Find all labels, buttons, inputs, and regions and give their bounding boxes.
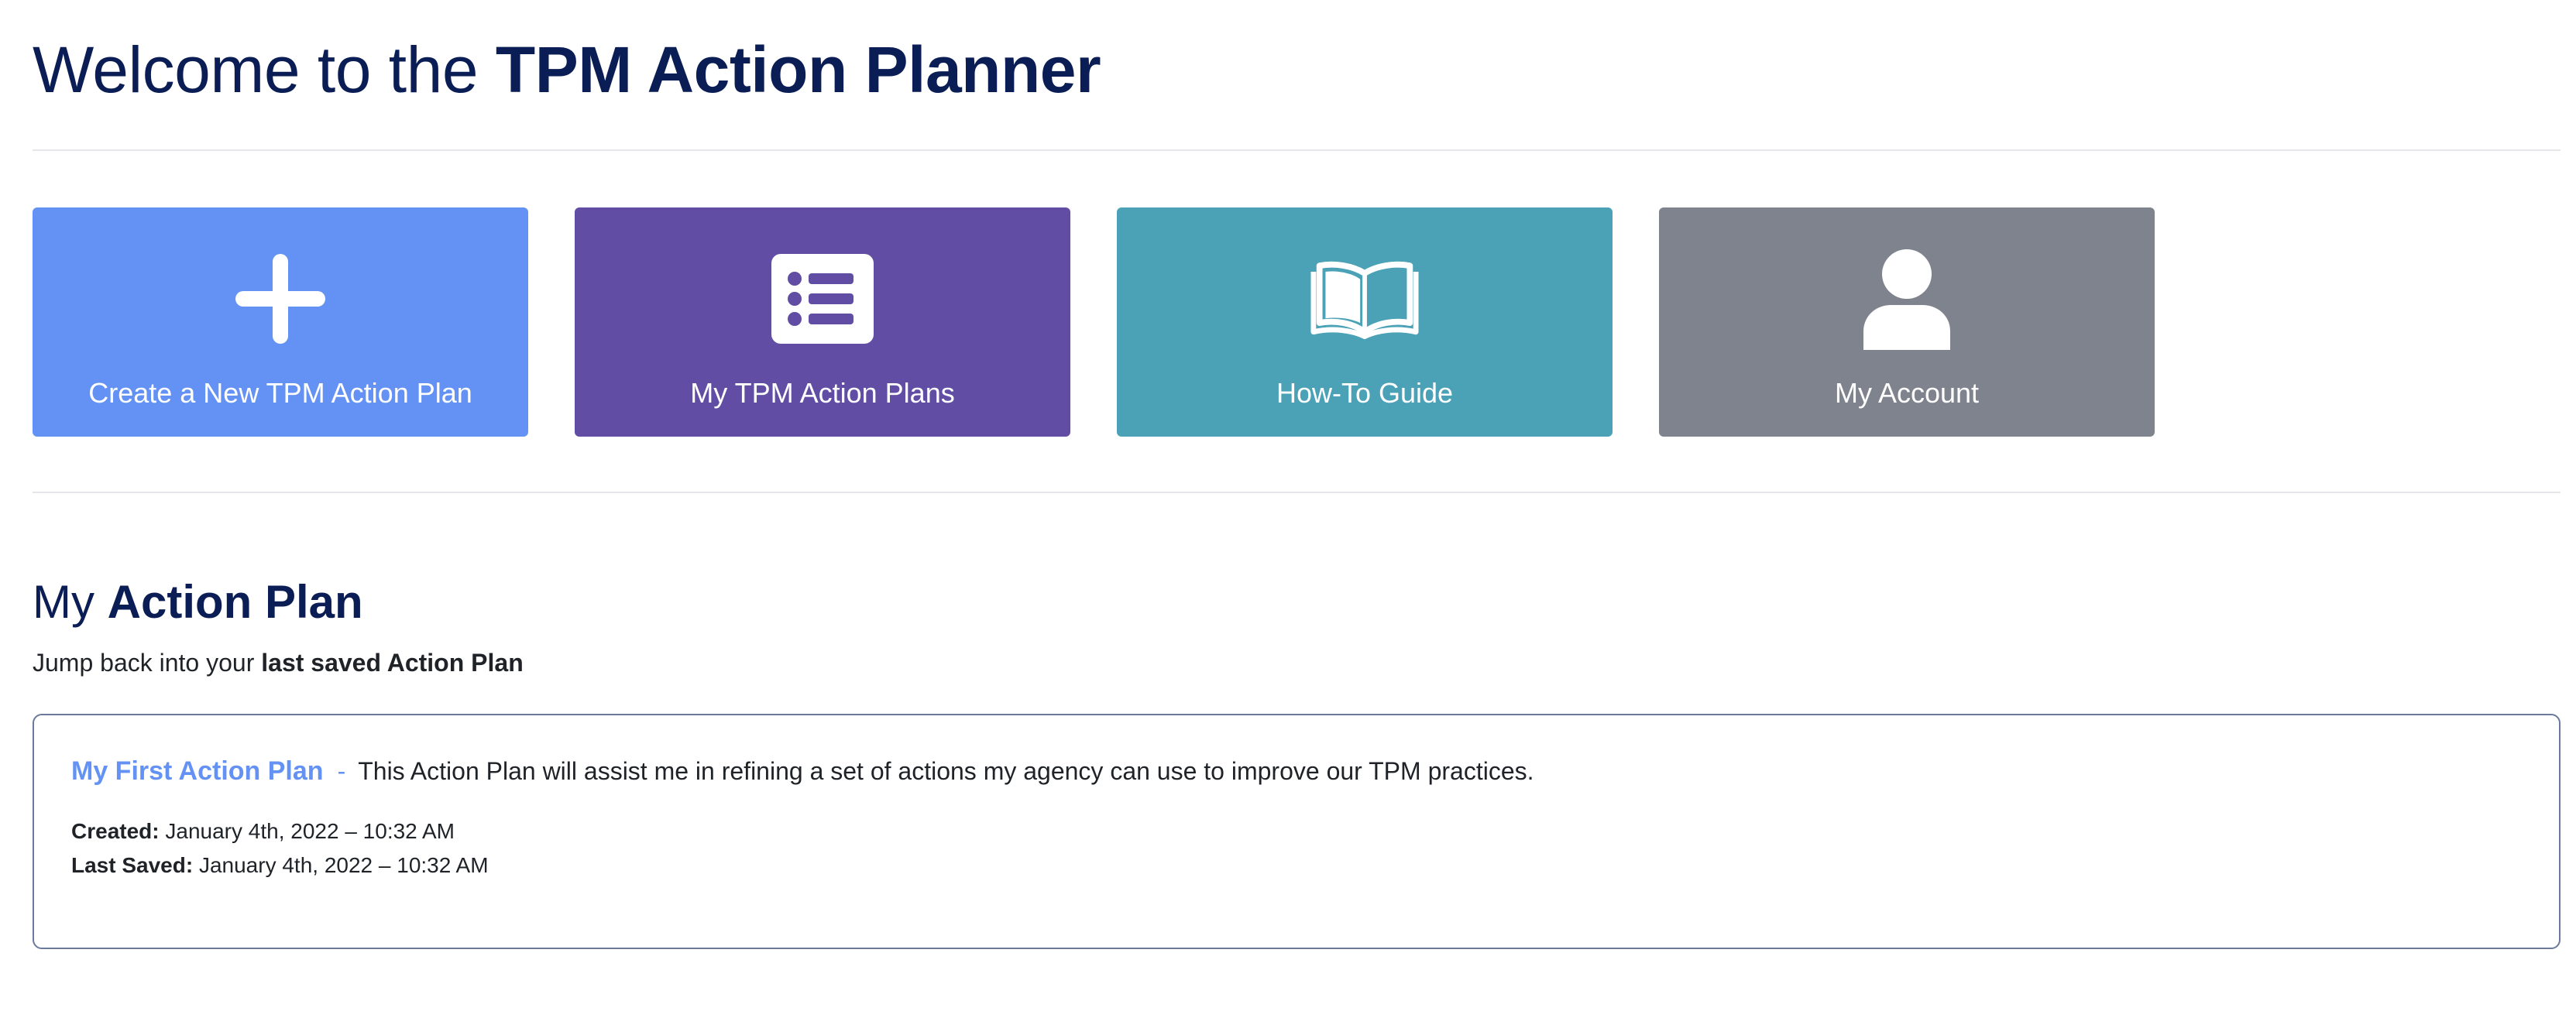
section-title-prefix: My — [33, 576, 94, 628]
user-icon — [1853, 245, 1961, 353]
section-divider — [33, 492, 2561, 493]
page-title-bold: TPM Action Planner — [495, 33, 1101, 106]
plan-created-label: Created: — [71, 819, 160, 843]
page-title: Welcome to the TPM Action Planner — [33, 31, 1101, 108]
section-subtitle-prefix: Jump back into your — [33, 649, 255, 677]
my-plans-tile[interactable]: My TPM Action Plans — [575, 207, 1070, 437]
section-title: My Action Plan — [33, 574, 363, 630]
how-to-guide-tile[interactable]: How-To Guide — [1117, 207, 1613, 437]
plan-separator: - — [337, 757, 346, 785]
plus-icon — [226, 245, 335, 353]
plan-meta: Created: January 4th, 2022 – 10:32 AM La… — [71, 814, 2522, 883]
section-subtitle-bold: last saved Action Plan — [261, 649, 524, 677]
last-saved-plan-card: My First Action Plan - This Action Plan … — [33, 714, 2561, 949]
create-plan-label: Create a New TPM Action Plan — [88, 377, 472, 409]
book-icon — [1310, 245, 1419, 353]
my-account-label: My Account — [1834, 377, 1980, 409]
my-account-tile[interactable]: My Account — [1659, 207, 2155, 437]
my-plans-label: My TPM Action Plans — [690, 377, 955, 409]
how-to-guide-label: How-To Guide — [1276, 377, 1454, 409]
plan-created-value: January 4th, 2022 – 10:32 AM — [165, 819, 455, 843]
plan-header: My First Action Plan - This Action Plan … — [71, 754, 2522, 788]
action-tiles: Create a New TPM Action Plan My TPM Acti… — [33, 207, 2155, 437]
plan-saved-label: Last Saved: — [71, 853, 194, 877]
top-divider — [33, 149, 2561, 151]
section-subtitle: Jump back into your last saved Action Pl… — [33, 647, 524, 678]
plan-last-saved: Last Saved: January 4th, 2022 – 10:32 AM — [71, 848, 2522, 883]
list-icon — [768, 245, 877, 353]
plan-description: This Action Plan will assist me in refin… — [358, 757, 1534, 785]
page-title-prefix: Welcome to the — [33, 33, 479, 106]
create-plan-tile[interactable]: Create a New TPM Action Plan — [33, 207, 528, 437]
page: Welcome to the TPM Action Planner Create… — [0, 0, 2576, 1025]
section-title-bold: Action Plan — [107, 576, 363, 628]
plan-created: Created: January 4th, 2022 – 10:32 AM — [71, 814, 2522, 848]
plan-name-link[interactable]: My First Action Plan — [71, 754, 324, 788]
plan-saved-value: January 4th, 2022 – 10:32 AM — [198, 853, 489, 877]
